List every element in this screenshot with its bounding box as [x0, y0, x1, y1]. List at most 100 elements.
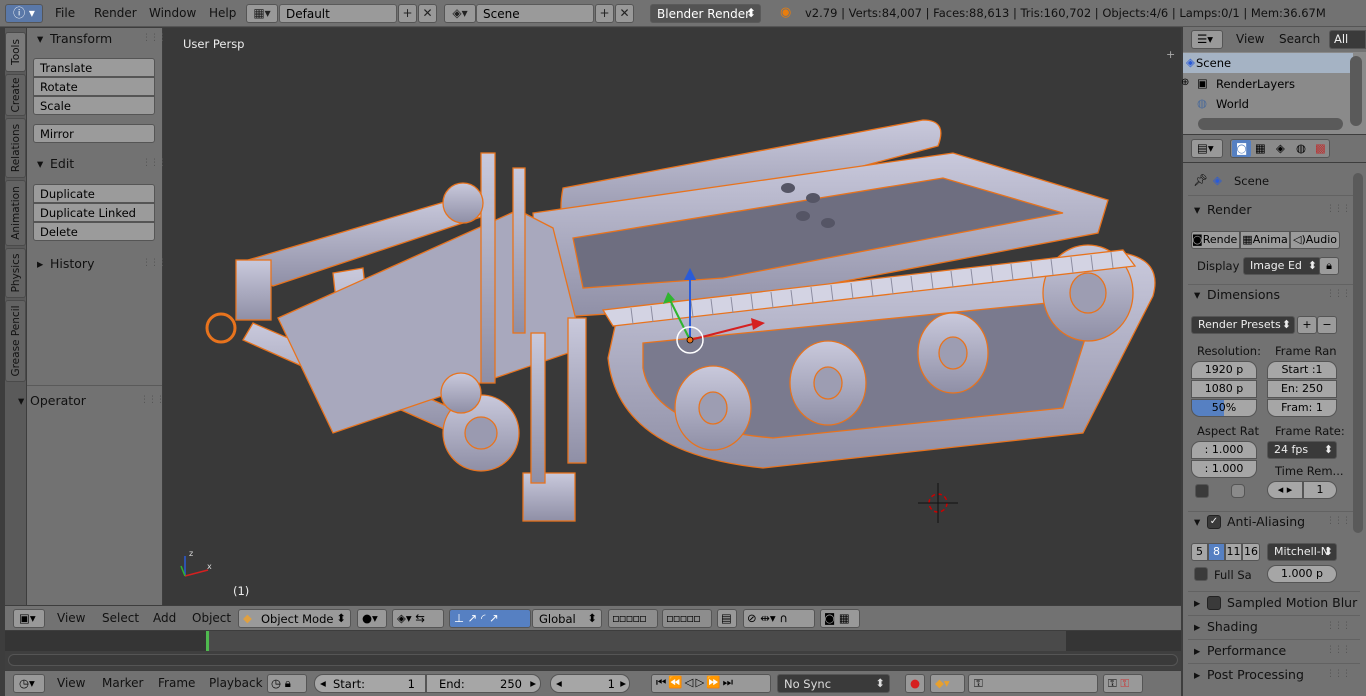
frame-step-field[interactable]: Fram: 1	[1267, 399, 1337, 417]
orientation-dropdown[interactable]: Global ⬍	[532, 609, 602, 628]
menu-help[interactable]: Help	[209, 6, 236, 20]
texture-icon[interactable]: ▩	[1315, 141, 1326, 155]
drag-grip-icon[interactable]: ⋮⋮⋮	[1326, 621, 1351, 631]
aa-samples-5[interactable]: 5	[1191, 543, 1208, 561]
menu-view[interactable]: View	[57, 676, 85, 690]
shading-section-header[interactable]: ▸ Shading ⋮⋮⋮	[1191, 619, 1351, 639]
resolution-percentage-slider[interactable]: 50%	[1191, 399, 1257, 417]
tab-tools[interactable]: Tools	[5, 32, 26, 72]
remove-scene-button[interactable]: ✕	[615, 4, 634, 23]
render-engine-dropdown[interactable]: Blender Render ⬍	[650, 4, 761, 23]
mode-dropdown[interactable]: ◆ Object Mode ⬍	[238, 609, 351, 628]
record-button[interactable]: ●	[905, 674, 925, 693]
duplicate-button[interactable]: Duplicate	[33, 184, 155, 203]
add-scene-button[interactable]: +	[595, 4, 614, 23]
motion-blur-section-header[interactable]: ▸ Sampled Motion Blur	[1191, 595, 1357, 615]
aspect-y-field[interactable]: : 1.000	[1191, 460, 1257, 478]
current-frame-field[interactable]: ◂ 1 ▸	[550, 674, 630, 693]
menu-frame[interactable]: Frame	[158, 676, 195, 690]
duplicate-linked-button[interactable]: Duplicate Linked	[33, 203, 155, 222]
frame-start-field[interactable]: Start :1	[1267, 361, 1337, 379]
time-remap-new-field[interactable]: 1	[1303, 481, 1337, 499]
keying-set-button[interactable]: ◆▾	[930, 674, 965, 693]
pivot-controls[interactable]: ◈▾ ⇆	[392, 609, 444, 628]
full-sample-checkbox[interactable]	[1194, 567, 1208, 581]
transform-panel-header[interactable]: ▾ Transform ⋮⋮⋮	[30, 30, 167, 50]
tab-animation[interactable]: Animation	[5, 180, 26, 246]
tab-create[interactable]: Create	[5, 74, 26, 116]
world-icon[interactable]: ◍	[1296, 141, 1306, 155]
expand-plus-icon[interactable]: ⊕	[1181, 77, 1189, 88]
editor-type-button[interactable]: ◷▾	[13, 674, 45, 693]
menu-marker[interactable]: Marker	[102, 676, 143, 690]
range-buttons[interactable]: ◷ 🔒︎	[267, 674, 307, 693]
render-presets-dropdown[interactable]: Render Presets ⬍	[1191, 316, 1295, 334]
outliner-row-scene[interactable]: ◈ Scene	[1183, 53, 1353, 73]
motion-blur-checkbox[interactable]	[1207, 596, 1221, 610]
snap-controls[interactable]: ⊘ ⇹▾ ∩	[743, 609, 815, 628]
3d-viewport[interactable]: User Persp + z x (1)	[163, 28, 1181, 605]
tab-relations[interactable]: Relations	[5, 118, 26, 178]
add-layout-button[interactable]: +	[398, 4, 417, 23]
render-section-header[interactable]: ▾ Render ⋮⋮⋮	[1191, 202, 1351, 222]
menu-file[interactable]: File	[55, 6, 75, 20]
add-preset-button[interactable]: +	[1297, 316, 1317, 334]
dimensions-section-header[interactable]: ▾ Dimensions ⋮⋮⋮	[1191, 287, 1351, 307]
render-preview-buttons[interactable]: ◙ ▦	[820, 609, 860, 628]
menu-playback[interactable]: Playback	[209, 676, 263, 690]
time-remap-old-field[interactable]: ◂ ▸	[1267, 481, 1303, 499]
menu-render[interactable]: Render	[94, 6, 137, 20]
aa-samples-16[interactable]: 16	[1242, 543, 1260, 561]
display-filter-dropdown[interactable]: All Sc	[1329, 30, 1366, 49]
tab-grease-pencil[interactable]: Grease Pencil	[5, 300, 26, 382]
operator-panel-header[interactable]: ▾ Operator ⋮⋮⋮	[12, 392, 165, 412]
mirror-button[interactable]: Mirror	[33, 124, 155, 143]
editor-type-button[interactable]: ☰▾	[1191, 30, 1223, 49]
drag-grip-icon[interactable]: ⋮⋮⋮	[1326, 516, 1351, 526]
current-frame-marker[interactable]	[206, 631, 209, 651]
menu-view[interactable]: View	[1236, 32, 1264, 46]
menu-view[interactable]: View	[57, 611, 85, 625]
timeline-editor[interactable]: -40-200204060801001201401601802002202402…	[5, 631, 1181, 670]
timeline-scrollbar[interactable]	[8, 654, 1178, 666]
menu-object[interactable]: Object	[192, 611, 231, 625]
editor-type-info-button[interactable]: ⓘ ▾	[5, 4, 43, 23]
border-checkbox[interactable]	[1195, 484, 1209, 498]
drag-grip-icon[interactable]: ⋮⋮⋮	[1326, 669, 1351, 679]
menu-add[interactable]: Add	[153, 611, 176, 625]
aa-samples-11[interactable]: 11	[1225, 543, 1242, 561]
scene-select-button[interactable]: ◈▾	[444, 4, 476, 23]
outliner-vscrollbar[interactable]	[1350, 56, 1362, 126]
keying-set-field[interactable]: ⚿	[968, 674, 1098, 693]
playback-controls[interactable]: ⏮⏪◁▷⏩⏭	[651, 674, 771, 693]
drag-grip-icon[interactable]: ⋮⋮⋮	[1326, 289, 1351, 299]
layer-lock-button[interactable]: ▤	[717, 609, 737, 628]
render-image-button[interactable]: ◙Rende	[1191, 231, 1240, 249]
layer-buttons-left[interactable]: ▫▫▫▫▫	[608, 609, 658, 628]
pin-icon[interactable]: 📌︎	[1193, 173, 1208, 187]
history-panel-header[interactable]: ▸ History ⋮⋮⋮	[30, 255, 167, 275]
editor-type-button[interactable]: ▣▾	[13, 609, 45, 628]
performance-section-header[interactable]: ▸ Performance ⋮⋮⋮	[1191, 643, 1351, 663]
resolution-y-field[interactable]: 1080 p	[1191, 380, 1257, 398]
scene-icon[interactable]: ◈	[1276, 141, 1285, 155]
shading-dropdown[interactable]: ●▾	[357, 609, 387, 628]
anti-aliasing-checkbox[interactable]: ✓	[1207, 515, 1221, 529]
anti-aliasing-section-header[interactable]: ▾ ✓ Anti-Aliasing ⋮⋮⋮	[1191, 514, 1351, 534]
scene-name-field[interactable]: Scene	[476, 4, 594, 23]
outliner-hscrollbar[interactable]	[1198, 118, 1343, 130]
drag-grip-icon[interactable]: ⋮⋮⋮	[1326, 645, 1351, 655]
aspect-x-field[interactable]: : 1.000	[1191, 441, 1257, 459]
drag-grip-icon[interactable]: ⋮⋮⋮	[140, 395, 165, 405]
scale-button[interactable]: Scale	[33, 96, 155, 115]
render-layers-icon[interactable]: ▦	[1255, 141, 1266, 155]
render-audio-button[interactable]: ◁)Audio	[1290, 231, 1340, 249]
remove-layout-button[interactable]: ✕	[418, 4, 437, 23]
filter-size-field[interactable]: 1.000 p	[1267, 565, 1337, 583]
edit-panel-header[interactable]: ▾ Edit ⋮⋮⋮	[30, 155, 167, 175]
rotate-button[interactable]: Rotate	[33, 77, 155, 96]
lock-interface-button[interactable]: 🔒︎	[1319, 257, 1339, 275]
layer-buttons-right[interactable]: ▫▫▫▫▫	[662, 609, 712, 628]
remove-preset-button[interactable]: −	[1317, 316, 1337, 334]
translate-button[interactable]: Translate	[33, 58, 155, 77]
